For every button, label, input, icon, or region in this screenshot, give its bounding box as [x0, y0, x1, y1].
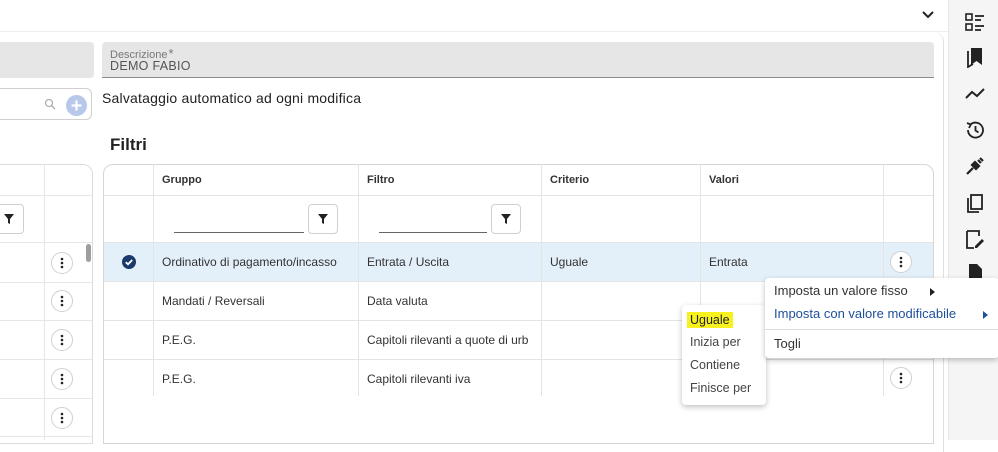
description-value[interactable]: DEMO FABIO — [110, 59, 191, 73]
column-divider — [541, 164, 542, 396]
more-vertical-icon — [899, 256, 903, 268]
row-actions-button[interactable] — [51, 368, 73, 390]
row-divider — [104, 359, 933, 360]
column-divider — [153, 164, 154, 396]
cell-gruppo[interactable]: P.E.G. — [162, 333, 352, 347]
filtro-filter-button[interactable] — [491, 204, 521, 234]
criterio-dropdown-menu: Uguale Inizia per Contiene Finisce per — [682, 305, 766, 405]
autosave-notice: Salvataggio automatico ad ogni modifica — [102, 90, 362, 106]
menu-item-valore-fisso[interactable]: Imposta un valore fisso — [774, 283, 908, 298]
plus-icon — [71, 100, 82, 111]
left-table-divider — [0, 282, 92, 283]
left-field — [0, 42, 94, 78]
row-actions-button[interactable] — [51, 252, 73, 274]
valori-context-menu: Imposta un valore fisso Imposta con valo… — [765, 278, 998, 358]
history-icon[interactable] — [964, 119, 986, 141]
filter-icon — [318, 214, 328, 224]
right-toolbar — [948, 0, 998, 440]
filter-icon — [501, 214, 511, 224]
cell-filtro[interactable]: Data valuta — [367, 294, 535, 308]
filtro-filter-input[interactable] — [379, 205, 487, 233]
cell-filtro[interactable]: Capitoli rilevanti a quote di urb — [367, 333, 533, 347]
add-button[interactable] — [66, 95, 87, 116]
column-header-gruppo[interactable]: Gruppo — [162, 174, 202, 186]
bookmark-icon[interactable] — [964, 46, 986, 68]
cell-criterio[interactable]: Uguale — [550, 255, 690, 269]
more-vertical-icon — [60, 412, 64, 424]
row-selected-check-icon[interactable] — [122, 255, 136, 269]
row-actions-button[interactable] — [51, 407, 73, 429]
more-vertical-icon — [60, 295, 64, 307]
row-actions-button[interactable] — [51, 290, 73, 312]
top-bar — [0, 0, 948, 32]
row-actions-button[interactable] — [890, 251, 912, 273]
column-divider — [358, 164, 359, 396]
submenu-arrow-icon — [930, 288, 935, 296]
trend-line-icon[interactable] — [964, 83, 986, 105]
filter-icon — [4, 214, 14, 224]
description-field[interactable] — [102, 42, 934, 78]
cell-gruppo[interactable]: Mandati / Reversali — [162, 294, 352, 308]
left-table-divider — [0, 195, 92, 196]
left-table-divider — [0, 320, 92, 321]
left-table-divider — [0, 242, 92, 243]
column-header-criterio[interactable]: Criterio — [550, 174, 589, 186]
search-icon[interactable] — [44, 98, 56, 110]
plug-icon[interactable] — [964, 155, 986, 177]
chevron-down-icon[interactable] — [919, 6, 937, 24]
criterio-option-inizia-per[interactable]: Inizia per — [690, 335, 741, 349]
submenu-arrow-icon — [983, 311, 988, 319]
cell-gruppo[interactable]: P.E.G. — [162, 372, 352, 386]
more-vertical-icon — [60, 334, 64, 346]
cell-filtro[interactable]: Entrata / Uscita — [367, 255, 535, 269]
more-vertical-icon — [60, 373, 64, 385]
left-table-divider — [0, 398, 92, 399]
left-table-divider — [0, 436, 92, 437]
left-filter-button[interactable] — [0, 204, 24, 234]
row-divider — [104, 195, 933, 196]
more-vertical-icon — [60, 257, 64, 269]
clipboard-icon[interactable] — [964, 192, 986, 214]
row-divider — [104, 242, 933, 243]
edit-document-icon[interactable] — [964, 228, 986, 250]
cell-filtro[interactable]: Capitoli rilevanti iva — [367, 372, 535, 386]
more-vertical-icon — [899, 372, 903, 384]
row-actions-button[interactable] — [51, 329, 73, 351]
list-checks-icon[interactable] — [964, 11, 986, 33]
cell-gruppo[interactable]: Ordinativo di pagamento/incasso — [162, 255, 352, 269]
row-actions-button[interactable] — [890, 367, 912, 389]
column-header-filtro[interactable]: Filtro — [367, 174, 395, 186]
menu-item-togli[interactable]: Togli — [774, 336, 801, 351]
gruppo-filter-input[interactable] — [174, 205, 304, 233]
column-header-valori[interactable]: Valori — [709, 174, 739, 186]
menu-item-valore-modificabile[interactable]: Imposta con valore modificabile — [774, 306, 956, 321]
cell-valori[interactable]: Entrata — [709, 255, 879, 269]
gruppo-filter-button[interactable] — [308, 204, 338, 234]
scrollbar-thumb[interactable] — [86, 244, 91, 262]
menu-separator — [765, 329, 998, 330]
filters-title: Filtri — [110, 135, 147, 154]
left-table-divider — [0, 359, 92, 360]
criterio-option-finisce-per[interactable]: Finisce per — [690, 381, 751, 395]
criterio-option-uguale[interactable]: Uguale — [687, 312, 733, 328]
criterio-option-contiene[interactable]: Contiene — [690, 358, 740, 372]
